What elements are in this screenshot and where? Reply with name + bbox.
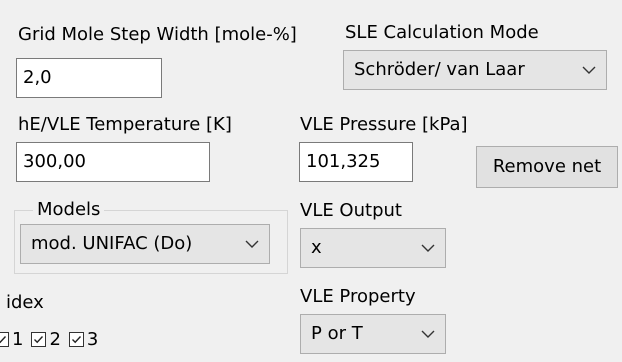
vle-output-label: VLE Output: [300, 200, 402, 221]
grid-step-input[interactable]: 2,0: [16, 58, 162, 98]
index-checkbox-2[interactable]: [31, 331, 47, 347]
index-checkbox-3[interactable]: [68, 331, 84, 347]
chevron-down-icon: [245, 240, 259, 248]
vle-output-selected: x: [311, 237, 322, 258]
chevron-down-icon: [582, 66, 596, 74]
vle-property-selected: P or T: [311, 323, 363, 344]
chevron-down-icon: [421, 244, 435, 252]
index-checkbox-group: 1 2 3: [0, 328, 98, 350]
models-selected: mod. UNIFAC (Do): [31, 233, 193, 254]
sle-mode-dropdown[interactable]: Schröder/ van Laar: [343, 50, 607, 90]
models-group-title: Models: [33, 199, 105, 221]
index-checkbox-3-label: 3: [86, 328, 99, 350]
checkmark-icon: [0, 335, 7, 343]
grid-step-label: Grid Mole Step Width [mole-%]: [18, 24, 297, 45]
checkmark-icon: [71, 335, 81, 343]
vle-output-dropdown[interactable]: x: [300, 228, 446, 268]
he-vle-temp-label: hE/VLE Temperature [K]: [18, 114, 232, 135]
index-checkbox-1[interactable]: [0, 331, 9, 347]
vle-pressure-label: VLE Pressure [kPa]: [300, 114, 468, 135]
he-vle-temp-input[interactable]: 300,00: [16, 142, 210, 182]
vle-property-dropdown[interactable]: P or T: [300, 314, 446, 354]
models-dropdown[interactable]: mod. UNIFAC (Do): [20, 224, 270, 264]
vle-property-label: VLE Property: [300, 286, 416, 307]
sle-mode-selected: Schröder/ van Laar: [354, 59, 525, 80]
index-checkbox-2-label: 2: [49, 328, 61, 350]
index-checkbox-1-label: 1: [12, 328, 24, 350]
checkmark-icon: [34, 335, 44, 343]
chevron-down-icon: [421, 330, 435, 338]
remove-net-button[interactable]: Remove net: [476, 146, 618, 188]
vle-pressure-input[interactable]: 101,325: [299, 142, 413, 182]
sle-mode-label: SLE Calculation Mode: [345, 22, 539, 43]
index-label: idex: [6, 292, 44, 313]
